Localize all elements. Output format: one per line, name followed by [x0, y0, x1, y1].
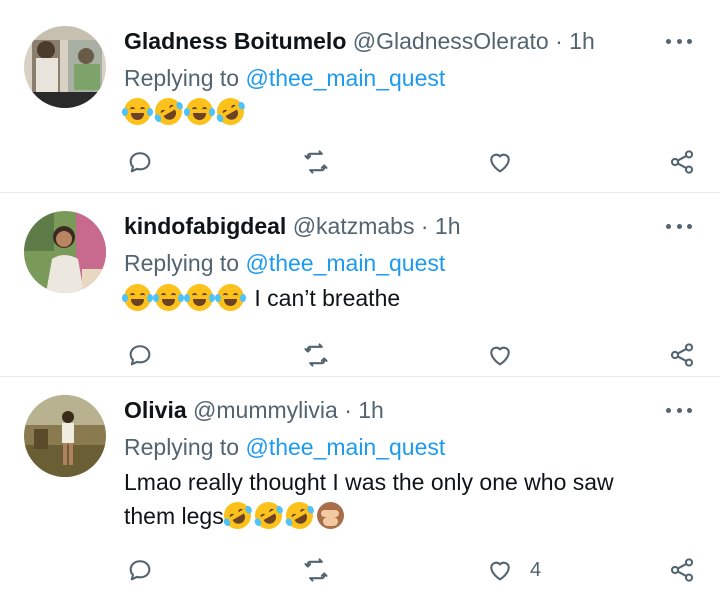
rolling-on-the-floor-laughing-icon: [150, 93, 187, 130]
more-icon[interactable]: [666, 221, 692, 231]
display-name[interactable]: Olivia: [124, 397, 187, 423]
separator: ·: [420, 213, 429, 239]
face-with-tears-of-joy-icon: [215, 284, 246, 311]
avatar[interactable]: [24, 211, 106, 293]
tweet-text-content: them legs: [124, 503, 224, 529]
tweet-text-line: them legs: [124, 497, 660, 534]
user-handle[interactable]: @mummylivia: [193, 397, 338, 423]
separator: ·: [344, 397, 352, 423]
heart-icon: [490, 153, 510, 173]
tweet-header: kindofabigdeal @katzmabs · 1h: [124, 213, 650, 240]
see-no-evil-monkey-icon: [316, 502, 344, 529]
retweet-button[interactable]: [302, 338, 330, 372]
like-button[interactable]: [486, 145, 530, 179]
rolling-on-the-floor-laughing-icon: [218, 497, 256, 534]
retweet-icon: [304, 150, 328, 174]
share-button[interactable]: [668, 553, 696, 587]
tweet-actions: [124, 145, 696, 179]
reply-icon: [129, 152, 151, 173]
tweet-text: Lmao really thought I was the only one w…: [124, 465, 660, 534]
tweet[interactable]: Gladness Boitumelo @GladnessOlerato · 1h…: [0, 0, 720, 193]
mention-link[interactable]: @thee_main_quest: [245, 250, 445, 276]
heart-icon: [490, 346, 510, 366]
like-button[interactable]: 4: [486, 553, 541, 587]
avatar[interactable]: [24, 26, 106, 108]
tweet-actions: 4: [124, 553, 696, 587]
mention-link[interactable]: @thee_main_quest: [245, 65, 445, 91]
share-icon: [670, 343, 694, 367]
heart-icon: [490, 561, 510, 581]
replying-to-label: Replying to: [124, 65, 240, 91]
timestamp[interactable]: 1h: [435, 213, 461, 239]
tweet-header: Olivia @mummylivia · 1h: [124, 397, 650, 424]
tweet-text: I can’t breathe: [122, 281, 660, 315]
display-name[interactable]: Gladness Boitumelo: [124, 28, 346, 54]
face-with-tears-of-joy-icon: [184, 98, 215, 125]
face-with-tears-of-joy-icon: [184, 284, 215, 311]
reply-feed: Gladness Boitumelo @GladnessOlerato · 1h…: [0, 0, 720, 608]
retweet-button[interactable]: [302, 145, 330, 179]
mention-link[interactable]: @thee_main_quest: [245, 434, 445, 460]
user-handle[interactable]: @katzmabs: [293, 213, 415, 239]
rolling-on-the-floor-laughing-icon: [212, 93, 249, 130]
reply-icon: [129, 345, 151, 366]
separator: ·: [555, 28, 563, 54]
tweet-text-content: I can’t breathe: [254, 285, 401, 311]
tweet-actions: [124, 338, 696, 372]
avatar[interactable]: [24, 395, 106, 477]
tweet[interactable]: Olivia @mummylivia · 1h Replying to @the…: [0, 377, 720, 608]
timestamp[interactable]: 1h: [358, 397, 384, 423]
replying-to: Replying to @thee_main_quest: [124, 65, 445, 92]
more-icon[interactable]: [666, 36, 692, 46]
replying-to-label: Replying to: [124, 434, 240, 460]
reply-button[interactable]: [126, 553, 154, 587]
face-with-tears-of-joy-icon: [122, 284, 153, 311]
retweet-button[interactable]: [302, 553, 330, 587]
share-button[interactable]: [668, 145, 696, 179]
face-with-tears-of-joy-icon: [122, 98, 153, 125]
face-with-tears-of-joy-icon: [153, 284, 184, 311]
replying-to: Replying to @thee_main_quest: [124, 434, 445, 461]
tweet-text: [122, 93, 660, 130]
share-icon: [670, 558, 694, 582]
reply-button[interactable]: [126, 145, 154, 179]
tweet[interactable]: kindofabigdeal @katzmabs · 1h Replying t…: [0, 193, 720, 377]
rolling-on-the-floor-laughing-icon: [280, 497, 318, 534]
like-button[interactable]: [486, 338, 530, 372]
retweet-icon: [304, 558, 328, 582]
share-button[interactable]: [668, 338, 696, 372]
tweet-text-line: Lmao really thought I was the only one w…: [124, 469, 614, 495]
more-icon[interactable]: [666, 405, 692, 415]
reply-icon: [129, 560, 151, 581]
like-count: 4: [530, 558, 542, 581]
retweet-icon: [304, 343, 328, 367]
tweet-header: Gladness Boitumelo @GladnessOlerato · 1h: [124, 28, 650, 55]
rolling-on-the-floor-laughing-icon: [249, 497, 287, 534]
display-name[interactable]: kindofabigdeal: [124, 213, 286, 239]
share-icon: [670, 150, 694, 174]
user-handle[interactable]: @GladnessOlerato: [353, 28, 549, 54]
replying-to-label: Replying to: [124, 250, 240, 276]
reply-button[interactable]: [126, 338, 154, 372]
replying-to: Replying to @thee_main_quest: [124, 250, 445, 277]
timestamp[interactable]: 1h: [569, 28, 595, 54]
